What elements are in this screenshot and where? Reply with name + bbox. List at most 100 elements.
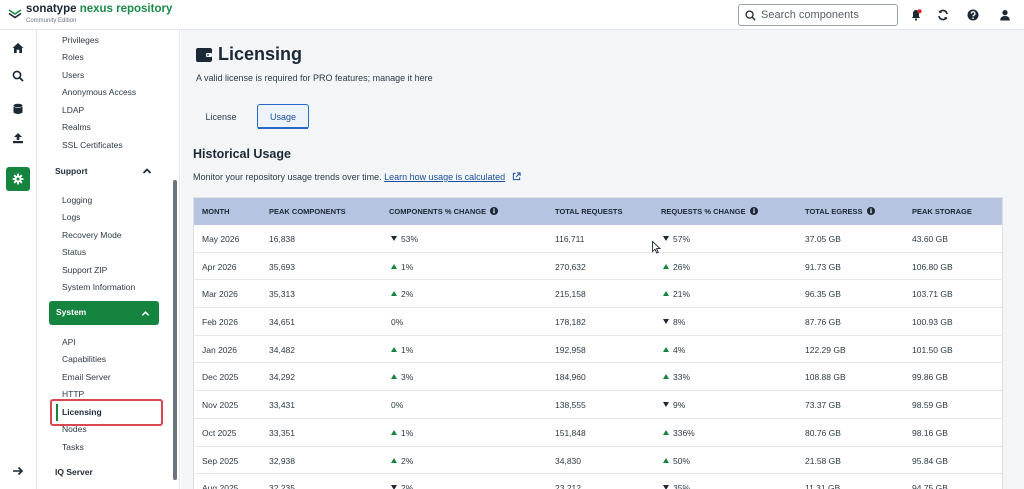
table-row: May 2026 16,838 53% 116,711 57% 37.05 GB 43.60… (194, 225, 1002, 253)
cell-requests-change: 21% (663, 289, 690, 299)
sidebar-item-nodes[interactable]: Nodes (62, 423, 87, 435)
alerts-bell-icon[interactable] (909, 8, 923, 22)
cell-total-egress: 21.58 GB (805, 456, 841, 466)
cell-month: Feb 2026 (202, 317, 238, 327)
cell-peak-components-value: 32,938 (269, 455, 295, 466)
sidebar-item-system-information[interactable]: System Information (62, 281, 135, 293)
sidebar-section-system[interactable]: System (49, 301, 159, 325)
search-icon[interactable] (6, 64, 30, 88)
cell-total-requests: 34,830 (555, 456, 581, 466)
trend-down-icon (663, 236, 669, 241)
table-body: May 2026 16,838 53% 116,711 57% 37.05 GB 43.60… (194, 225, 1002, 489)
cell-components-change: 53% (391, 234, 418, 244)
top-header: sonatype nexus repository Community Edit… (0, 0, 1024, 30)
column-header-components-change-label: COMPONENTS % CHANGE (389, 207, 487, 216)
section-title: Historical Usage (193, 147, 291, 161)
cell-components-change-value: 0% (391, 400, 404, 411)
cell-total-requests-value: 34,830 (555, 455, 581, 466)
cell-total-egress-value: 80.76 GB (805, 427, 841, 438)
info-icon[interactable] (866, 207, 875, 215)
sonatype-logo[interactable]: sonatype nexus repository Community Edit… (8, 3, 173, 27)
cell-components-change: 2% (391, 456, 413, 466)
cell-requests-change-value: 8% (673, 317, 686, 328)
sidebar-item-roles[interactable]: Roles (62, 51, 84, 63)
section-description: Monitor your repository usage trends ove… (193, 172, 521, 182)
arrow-right-icon[interactable] (6, 459, 30, 483)
sidebar-item-anonymous-access[interactable]: Anonymous Access (62, 86, 136, 98)
sidebar-item-support-zip[interactable]: Support ZIP (62, 264, 107, 276)
cell-requests-change: 26% (663, 262, 690, 272)
cell-month-value: Sep 2025 (202, 455, 239, 466)
cell-peak-storage-value: 103.71 GB (912, 289, 953, 300)
cell-peak-storage: 103.71 GB (912, 289, 953, 299)
cell-components-change: 0% (391, 400, 403, 410)
cell-peak-storage-value: 98.59 GB (912, 400, 948, 411)
gear-icon[interactable] (6, 167, 30, 191)
sidebar-item-email-server[interactable]: Email Server (62, 371, 111, 383)
upload-icon[interactable] (6, 126, 30, 150)
cell-requests-change-value: 57% (673, 234, 691, 244)
sidebar-item-privileges[interactable]: Privileges (62, 34, 99, 46)
sidebar-section-support[interactable]: Support (55, 165, 88, 177)
info-icon[interactable] (749, 207, 758, 215)
search-icon (745, 9, 756, 21)
cell-peak-storage: 100.93 GB (912, 317, 953, 327)
info-icon[interactable] (490, 207, 499, 215)
sidebar-item-logging[interactable]: Logging (62, 194, 92, 206)
cell-components-change-value: 53% (401, 234, 419, 244)
tab-license[interactable]: License (197, 104, 245, 129)
learn-usage-link[interactable]: Learn how usage is calculated (384, 172, 505, 182)
search-components-input[interactable] (761, 9, 891, 21)
cell-requests-change-value: 9% (673, 400, 686, 411)
refresh-icon[interactable] (936, 8, 950, 22)
sidebar-item-users[interactable]: Users (62, 69, 84, 81)
user-account-icon[interactable] (998, 8, 1012, 22)
main-content: Licensing A valid license is required fo… (181, 30, 1024, 489)
sidebar-item-capabilities[interactable]: Capabilities (62, 353, 106, 365)
active-indicator (56, 404, 58, 421)
sidebar-item-licensing[interactable]: Licensing (62, 406, 102, 418)
trend-down-icon (391, 236, 397, 241)
help-icon[interactable] (966, 8, 980, 22)
cell-peak-components-value: 34,651 (269, 317, 295, 328)
cell-total-egress-value: 96.35 GB (805, 289, 841, 300)
sidebar-item-api[interactable]: API (62, 336, 76, 348)
sidebar-item-tasks[interactable]: Tasks (62, 441, 84, 453)
sidebar-item-realms[interactable]: Realms (62, 121, 91, 133)
table-row: Apr 2026 35,693 1% 270,632 26% 91.73 GB 106.80… (194, 253, 1002, 281)
sidebar-item-recovery-mode[interactable]: Recovery Mode (62, 229, 122, 241)
tab-usage[interactable]: Usage (257, 104, 309, 129)
cell-month-value: Dec 2025 (202, 372, 239, 383)
sidebar-scrollbar-thumb[interactable] (173, 180, 177, 480)
table-row: Mar 2026 35,313 2% 215,158 21% 96.35 GB 103.71… (194, 280, 1002, 309)
cell-peak-components-value: 32,235 (269, 483, 295, 489)
sidebar-section-iq-server[interactable]: IQ Server (55, 466, 93, 478)
sidebar-item-ldap[interactable]: LDAP (62, 104, 84, 116)
cell-requests-change: 35% (663, 483, 690, 489)
cell-peak-components: 16,838 (269, 234, 295, 244)
database-icon[interactable] (6, 97, 30, 121)
cell-peak-components: 33,351 (269, 428, 295, 438)
cell-components-change-value: 2% (401, 455, 414, 466)
column-header-total-requests: TOTAL REQUESTS (555, 207, 623, 216)
cell-total-egress-value: 122.29 GB (805, 344, 846, 355)
cell-total-egress-value: 73.37 GB (805, 400, 841, 411)
cell-requests-change: 336% (663, 428, 695, 438)
cell-components-change: 2% (391, 289, 413, 299)
chevron-up-icon[interactable] (142, 166, 152, 176)
section-description-text: Monitor your repository usage trends ove… (193, 172, 382, 182)
cell-total-requests-value: 184,960 (555, 372, 586, 383)
search-components-field[interactable] (738, 4, 898, 26)
cell-peak-storage-value: 99.86 GB (912, 372, 948, 383)
cell-peak-components-value: 34,482 (269, 344, 295, 355)
home-icon[interactable] (6, 36, 30, 60)
cell-peak-storage: 98.16 GB (912, 428, 948, 438)
brand-product: nexus repository (79, 3, 173, 15)
cell-components-change: 2% (391, 483, 413, 489)
sidebar-item-status[interactable]: Status (62, 246, 86, 258)
external-link-icon[interactable] (512, 172, 521, 181)
sidebar-section-system-label: System (56, 307, 87, 317)
cell-total-egress-value: 37.05 GB (805, 234, 841, 244)
sidebar-item-ssl-certificates[interactable]: SSL Certificates (62, 139, 123, 151)
sidebar-item-logs[interactable]: Logs (62, 211, 80, 223)
